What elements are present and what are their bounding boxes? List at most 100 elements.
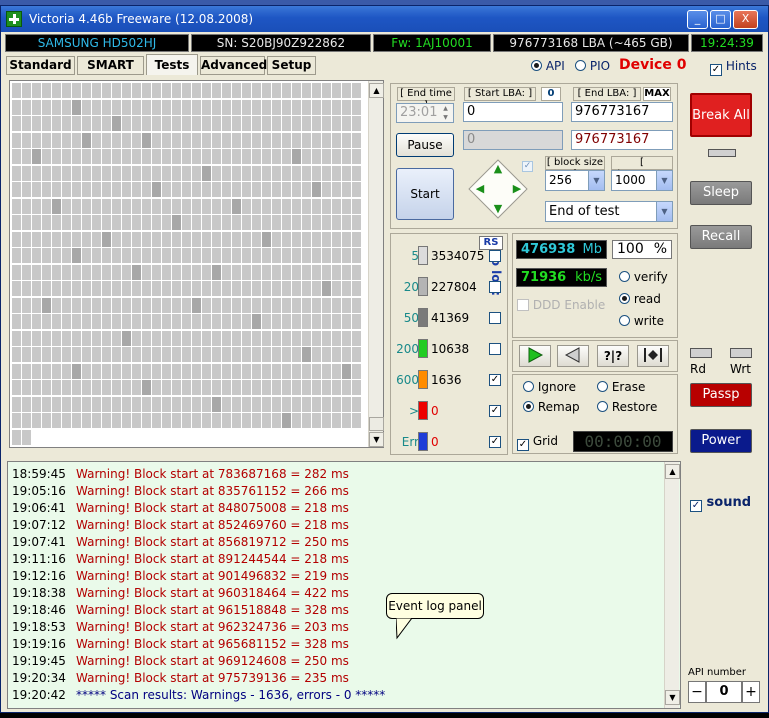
log-scroll-up-icon[interactable]: ▲	[665, 464, 680, 479]
grid-block	[142, 231, 151, 247]
sleep-button[interactable]: Sleep	[690, 181, 752, 205]
grid-block	[272, 347, 281, 362]
grid-block	[192, 99, 201, 115]
start-lba-zero-button[interactable]: 0	[541, 87, 561, 101]
end-lba-input-2[interactable]: 976773167	[571, 130, 673, 150]
close-button[interactable]: X	[733, 10, 758, 29]
tab-smart[interactable]: SMART	[77, 56, 144, 75]
stat-log-checkbox[interactable]	[489, 312, 501, 324]
log-scroll-down-icon[interactable]: ▼	[665, 690, 680, 705]
grid-block	[162, 380, 171, 395]
tab-standard[interactable]: Standard	[6, 56, 75, 75]
scroll-up-icon[interactable]: ▲	[369, 83, 384, 98]
break-all-button[interactable]: Break All	[690, 93, 752, 137]
grid-block	[112, 116, 121, 131]
sound-checkbox[interactable]: ✓ sound	[690, 495, 762, 512]
grid-block	[22, 380, 31, 395]
grid-block	[152, 149, 161, 164]
scroll-down-icon[interactable]: ▼	[369, 432, 384, 447]
end-lba-input[interactable]: 976773167	[571, 102, 673, 122]
start-lba-input[interactable]: 0	[463, 102, 563, 122]
stat-log-checkbox[interactable]	[489, 250, 501, 262]
grid-block	[12, 413, 21, 428]
stat-log-checkbox[interactable]: ✓	[489, 436, 501, 448]
end-action-select[interactable]: End of test ▼	[545, 201, 673, 222]
tab-advanced[interactable]: Advanced	[200, 56, 267, 75]
stat-log-checkbox[interactable]: ✓	[489, 374, 501, 386]
write-radio[interactable]: write	[619, 314, 675, 330]
grid-block	[32, 198, 41, 214]
device-label[interactable]: Device 0	[619, 57, 686, 73]
read-radio[interactable]: read	[619, 292, 675, 308]
stat-log-checkbox[interactable]	[489, 343, 501, 355]
grid-block	[102, 330, 111, 346]
minimize-button[interactable]: _	[687, 10, 708, 29]
end-button[interactable]	[637, 345, 669, 367]
start-button[interactable]: Start	[396, 168, 454, 220]
tab-setup[interactable]: Setup	[267, 56, 316, 75]
grid-block	[332, 248, 341, 263]
maximize-button[interactable]: □	[710, 10, 731, 29]
end-lba-max-button[interactable]: MAX	[643, 87, 671, 101]
log-scrollbar[interactable]: ▲ ▼	[664, 462, 680, 708]
api-number-minus-button[interactable]: −	[688, 681, 706, 703]
grid-block	[252, 132, 261, 148]
passp-button[interactable]: Passp	[690, 383, 752, 407]
arrow-left-icon[interactable]: ◀	[472, 182, 488, 196]
api-number-input[interactable]: 0	[706, 681, 742, 703]
grid-block	[162, 99, 171, 115]
rewind-button[interactable]	[557, 345, 589, 367]
grid-block	[212, 99, 221, 115]
timeout-select[interactable]: 1000 ▼	[611, 170, 673, 191]
restore-radio[interactable]: Restore	[597, 400, 675, 416]
grid-block	[182, 149, 191, 164]
grid-block	[302, 83, 311, 98]
ignore-radio[interactable]: Ignore	[523, 380, 593, 396]
grid-block	[342, 116, 351, 131]
grid-block	[222, 132, 231, 148]
grid-block	[252, 165, 261, 181]
stat-log-checkbox[interactable]	[489, 281, 501, 293]
verify-radio[interactable]: verify	[619, 270, 675, 286]
erase-radio[interactable]: Erase	[597, 380, 667, 396]
log-message: Warning! Block start at 961518848 = 328 …	[76, 603, 349, 617]
grid-checkbox[interactable]: ✓ Grid	[517, 434, 571, 451]
ddd-enable-checkbox[interactable]: DDD Enable	[517, 298, 613, 314]
arrow-down-icon[interactable]: ▼	[490, 202, 506, 216]
grid-block	[162, 83, 171, 98]
stat-log-checkbox[interactable]: ✓	[489, 405, 501, 417]
tab-tests[interactable]: Tests	[146, 54, 198, 75]
arrow-up-icon[interactable]: ▲	[490, 162, 506, 176]
log-time: 19:20:42	[12, 688, 66, 702]
api-number-plus-button[interactable]: +	[742, 681, 760, 703]
pause-button[interactable]: Pause	[396, 133, 454, 157]
skip-button[interactable]: ?|?	[597, 345, 629, 367]
arrow-right-icon[interactable]: ▶	[509, 182, 525, 196]
grid-block	[162, 231, 171, 247]
log-entry: 19:18:46 Warning! Block start at 96151884…	[12, 602, 349, 619]
hints-checkbox[interactable]: ✓ Hints	[710, 59, 762, 76]
grid-block	[212, 231, 221, 247]
grid-scrollbar[interactable]: ▲ ▼	[368, 81, 384, 447]
pio-radio[interactable]: PIO	[575, 59, 625, 75]
grid-block	[32, 231, 41, 247]
power-button[interactable]: Power	[690, 429, 752, 453]
remap-radio[interactable]: Remap	[523, 400, 593, 416]
end-time-spin-icon[interactable]: ▲ ▼	[439, 104, 452, 122]
scroll-thumb[interactable]	[369, 417, 384, 431]
grid-block	[122, 264, 131, 280]
grid-block	[272, 314, 281, 329]
grid-block	[32, 83, 41, 98]
play-button[interactable]	[519, 345, 551, 367]
recall-button[interactable]: Recall	[690, 225, 752, 249]
grid-block	[122, 281, 131, 296]
grid-block	[132, 413, 141, 428]
grid-block	[72, 413, 81, 428]
direction-checkbox[interactable]: ✓	[522, 161, 533, 172]
grid-block	[102, 231, 111, 247]
mb-display: 476938 Mb	[516, 240, 607, 259]
grid-block	[152, 116, 161, 131]
block-size-select[interactable]: 256 ▼	[545, 170, 605, 191]
grid-block	[42, 330, 51, 346]
grid-block	[42, 149, 51, 164]
